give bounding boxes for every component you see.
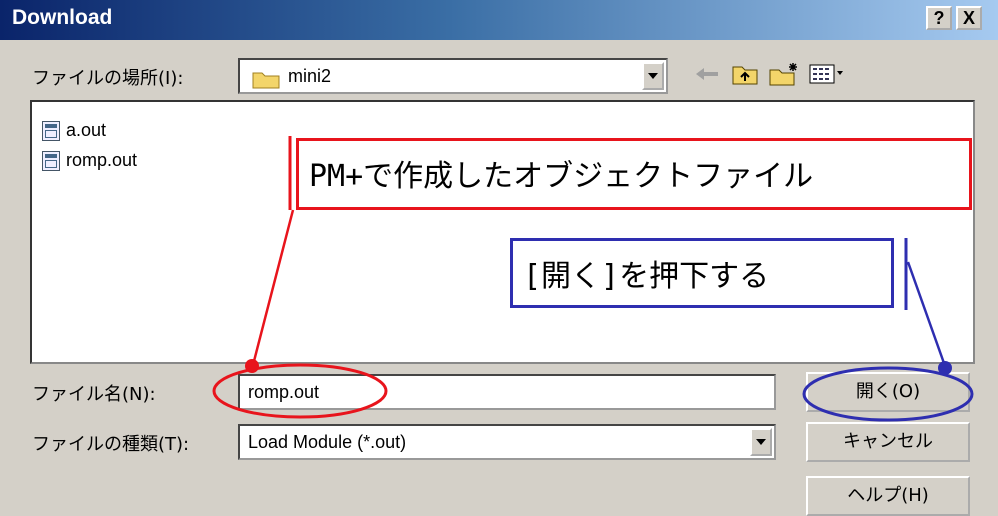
- file-name: a.out: [66, 120, 107, 140]
- filetype-label: ファイルの種類(T):: [32, 434, 190, 455]
- view-menu-icon[interactable]: [808, 60, 846, 88]
- filetype-combo[interactable]: Load Module (*.out): [238, 424, 776, 460]
- file-icon: [42, 120, 60, 141]
- help-button[interactable]: ヘルプ(H): [806, 476, 970, 516]
- file-icon: [42, 150, 60, 171]
- location-label: ファイルの場所(I):: [32, 68, 184, 89]
- window-title: Download: [12, 6, 113, 29]
- title-bar: Download ? X: [0, 0, 998, 40]
- help-title-button[interactable]: ?: [926, 6, 952, 30]
- open-button[interactable]: 開く(O): [806, 372, 970, 412]
- press-open-annotation: [開く]を押下する: [510, 238, 894, 308]
- file-name: romp.out: [66, 150, 138, 170]
- new-folder-icon[interactable]: [768, 60, 800, 88]
- location-value: mini2: [288, 66, 332, 86]
- filetype-dropdown-button[interactable]: [750, 428, 772, 456]
- object-file-annotation-text: PM+で作成したオブジェクトファイル: [309, 159, 814, 194]
- close-button[interactable]: X: [956, 6, 982, 30]
- object-file-annotation: PM+で作成したオブジェクトファイル: [296, 138, 972, 210]
- up-folder-icon[interactable]: [730, 60, 760, 88]
- filename-label: ファイル名(N):: [32, 384, 156, 405]
- location-dropdown-button[interactable]: [642, 62, 664, 90]
- folder-icon: [252, 69, 280, 93]
- location-combo[interactable]: mini2: [238, 58, 668, 94]
- list-item[interactable]: romp.out: [42, 150, 137, 171]
- filetype-value: Load Module (*.out): [248, 432, 407, 452]
- press-open-annotation-text: [開く]を押下する: [523, 259, 770, 294]
- back-arrow-icon[interactable]: [694, 60, 720, 88]
- filename-value: romp.out: [248, 382, 320, 402]
- cancel-button[interactable]: キャンセル: [806, 422, 970, 462]
- filename-input[interactable]: romp.out: [238, 374, 776, 410]
- list-item[interactable]: a.out: [42, 120, 106, 141]
